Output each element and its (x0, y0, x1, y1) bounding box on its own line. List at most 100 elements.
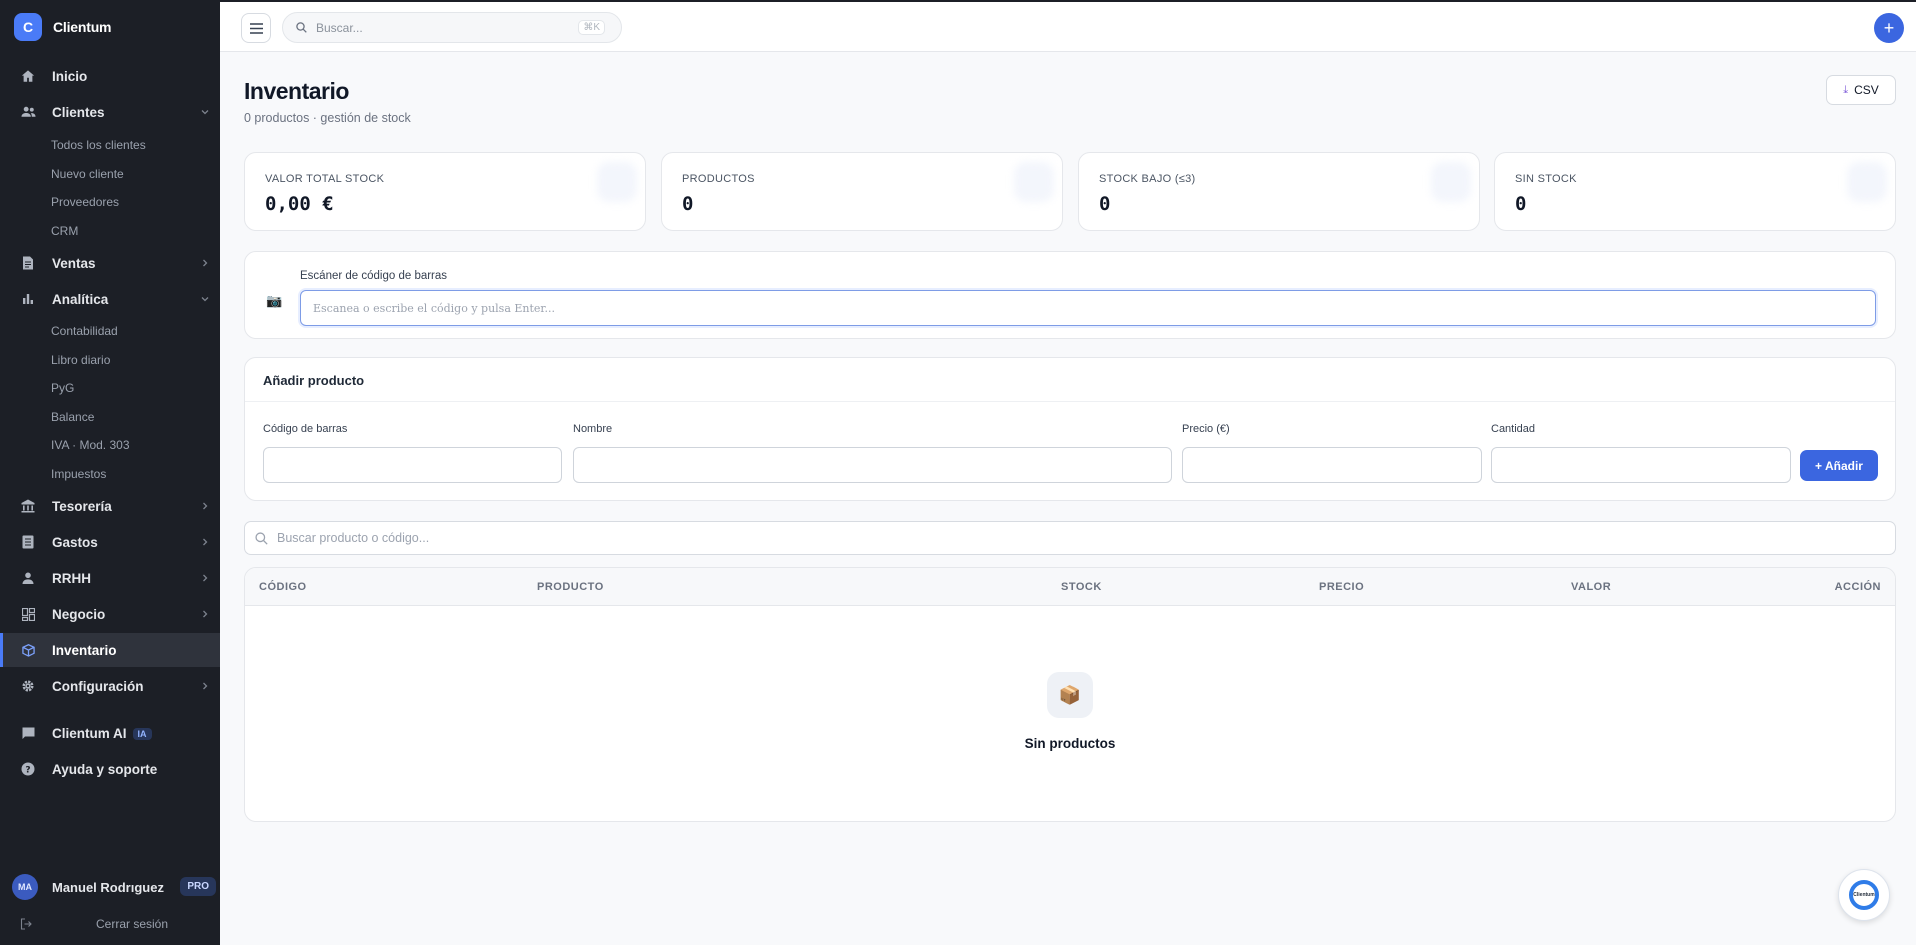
global-search[interactable]: Buscar... ⌘K (282, 12, 622, 43)
decorative-blob (597, 162, 637, 202)
sidebar-item-configuracion[interactable]: Configuración (0, 669, 220, 703)
quantity-field[interactable] (1491, 447, 1791, 483)
csv-export-button[interactable]: ⤓ CSV (1826, 75, 1896, 105)
sidebar-item-label: Tesorería (52, 498, 112, 514)
help-icon: ? (20, 761, 36, 777)
box-icon (20, 642, 36, 658)
document-icon (20, 255, 36, 271)
column-header-precio[interactable]: PRECIO (1319, 581, 1364, 593)
sidebar-sub-nuevo-cliente[interactable]: Nuevo cliente (51, 167, 124, 181)
stat-value: 0 (1515, 193, 1527, 215)
column-header-codigo[interactable]: CÓDIGO (259, 581, 307, 593)
csv-label: CSV (1854, 83, 1879, 97)
barcode-scan-input[interactable] (300, 290, 1876, 326)
sidebar-item-label: Configuración (52, 678, 144, 694)
sidebar-sub-todos-clientes[interactable]: Todos los clientes (51, 138, 146, 152)
product-search-placeholder: Buscar producto o código... (277, 531, 430, 545)
sidebar-item-label: Inventario (52, 642, 117, 658)
clientum-logo-icon: Clientum (1849, 880, 1879, 910)
product-search[interactable]: Buscar producto o código... (244, 521, 1896, 555)
shortcut-hint: ⌘K (578, 20, 605, 35)
person-icon (20, 570, 36, 586)
chat-assistant-button[interactable]: Clientum (1838, 869, 1890, 921)
sidebar-sub-balance[interactable]: Balance (51, 410, 94, 424)
sidebar-sub-impuestos[interactable]: Impuestos (51, 467, 106, 481)
sidebar-item-tesoreria[interactable]: Tesorería (0, 489, 220, 523)
chat-icon (20, 725, 36, 741)
column-header-accion: ACCIÓN (1834, 581, 1881, 593)
sidebar-item-gastos[interactable]: Gastos (0, 525, 220, 559)
sidebar-sub-pyg[interactable]: PyG (51, 381, 74, 395)
sidebar-item-clientes[interactable]: Clientes (0, 95, 220, 129)
chevron-right-icon (198, 256, 212, 270)
chevron-right-icon (198, 571, 212, 585)
sidebar-item-label: RRHH (52, 570, 91, 586)
sidebar-sub-crm[interactable]: CRM (51, 224, 78, 238)
scanner-label: Escáner de código de barras (300, 270, 448, 282)
bar-chart-icon (20, 291, 36, 307)
sidebar-item-inventario[interactable]: Inventario (0, 633, 220, 667)
sidebar-item-label: Negocio (52, 606, 106, 622)
quantity-field-label: Cantidad (1491, 423, 1536, 435)
clientum-ai-label: Clientum AI (52, 725, 127, 741)
sidebar-item-ventas[interactable]: Ventas (0, 246, 220, 280)
stat-card-valor-total: VALOR TOTAL STOCK 0,00 € (244, 152, 646, 231)
sidebar-item-inicio[interactable]: Inicio (0, 59, 220, 93)
sidebar-item-label: Clientes (52, 104, 105, 120)
stat-card-sin-stock: SIN STOCK 0 (1494, 152, 1896, 231)
sidebar-item-rrhh[interactable]: RRHH (0, 561, 220, 595)
stat-value: 0,00 € (265, 193, 334, 215)
empty-state-text: Sin productos (1024, 736, 1116, 751)
price-field-label: Precio (€) (1182, 423, 1230, 435)
sidebar-item-label: Inicio (52, 68, 88, 84)
sidebar-item-label: Gastos (52, 534, 98, 550)
chevron-right-icon (198, 679, 212, 693)
empty-state-box-icon: 📦 (1047, 672, 1093, 718)
barcode-field[interactable] (263, 447, 562, 483)
logout-icon (20, 918, 32, 930)
user-profile[interactable]: MA Manuel Rodrıguez PRO (12, 874, 216, 900)
stat-label: PRODUCTOS (682, 173, 755, 185)
logout-label: Cerrar sesión (96, 917, 169, 931)
column-header-valor[interactable]: VALOR (1571, 581, 1611, 593)
table-header: CÓDIGO PRODUCTO STOCK PRECIO VALOR ACCIÓ… (245, 568, 1895, 606)
add-product-title: Añadir producto (263, 373, 365, 388)
products-table: CÓDIGO PRODUCTO STOCK PRECIO VALOR ACCIÓ… (244, 567, 1896, 822)
column-header-stock[interactable]: STOCK (1061, 581, 1102, 593)
column-header-producto[interactable]: PRODUCTO (537, 581, 604, 593)
sidebar-sub-iva[interactable]: IVA · Mod. 303 (51, 438, 130, 452)
search-icon (255, 531, 268, 545)
sidebar-sub-contabilidad[interactable]: Contabilidad (51, 324, 118, 338)
quick-add-button[interactable]: + (1874, 13, 1904, 43)
sidebar-item-label: Ventas (52, 255, 96, 271)
sidebar: C Clientum Inicio Clientes Todos los cli… (0, 0, 220, 945)
logout-button[interactable]: Cerrar sesión (20, 916, 216, 932)
stat-label: STOCK BAJO (≤3) (1099, 173, 1196, 185)
sidebar-sub-proveedores[interactable]: Proveedores (51, 195, 119, 209)
plan-badge: PRO (180, 877, 216, 896)
decorative-blob (1431, 162, 1471, 202)
bank-icon (20, 498, 36, 514)
sidebar-sub-libro-diario[interactable]: Libro diario (51, 353, 110, 367)
ia-badge: IA (132, 727, 152, 740)
users-icon (20, 104, 36, 120)
sidebar-item-clientum-ai[interactable]: Clientum AI IA (0, 716, 220, 750)
chevron-down-icon (198, 105, 212, 119)
topbar: Buscar... ⌘K + (220, 0, 1916, 52)
decorative-blob (1014, 162, 1054, 202)
add-product-panel: Añadir producto Código de barras Nombre … (244, 357, 1896, 501)
chevron-right-icon (198, 499, 212, 513)
menu-button[interactable] (241, 13, 271, 43)
sidebar-item-ayuda[interactable]: ? Ayuda y soporte (0, 752, 220, 786)
download-icon: ⤓ (1843, 83, 1849, 96)
sidebar-item-analitica[interactable]: Analítica (0, 282, 220, 316)
home-icon (20, 68, 36, 84)
name-field[interactable] (573, 447, 1172, 483)
brand[interactable]: C Clientum (14, 13, 111, 41)
add-product-header: Añadir producto (245, 358, 1895, 402)
barcode-scanner-panel: 📷 Escáner de código de barras (244, 251, 1896, 339)
add-product-button[interactable]: + Añadir (1800, 450, 1878, 481)
sidebar-item-negocio[interactable]: Negocio (0, 597, 220, 631)
sidebar-item-label: Analítica (52, 291, 109, 307)
price-field[interactable] (1182, 447, 1482, 483)
